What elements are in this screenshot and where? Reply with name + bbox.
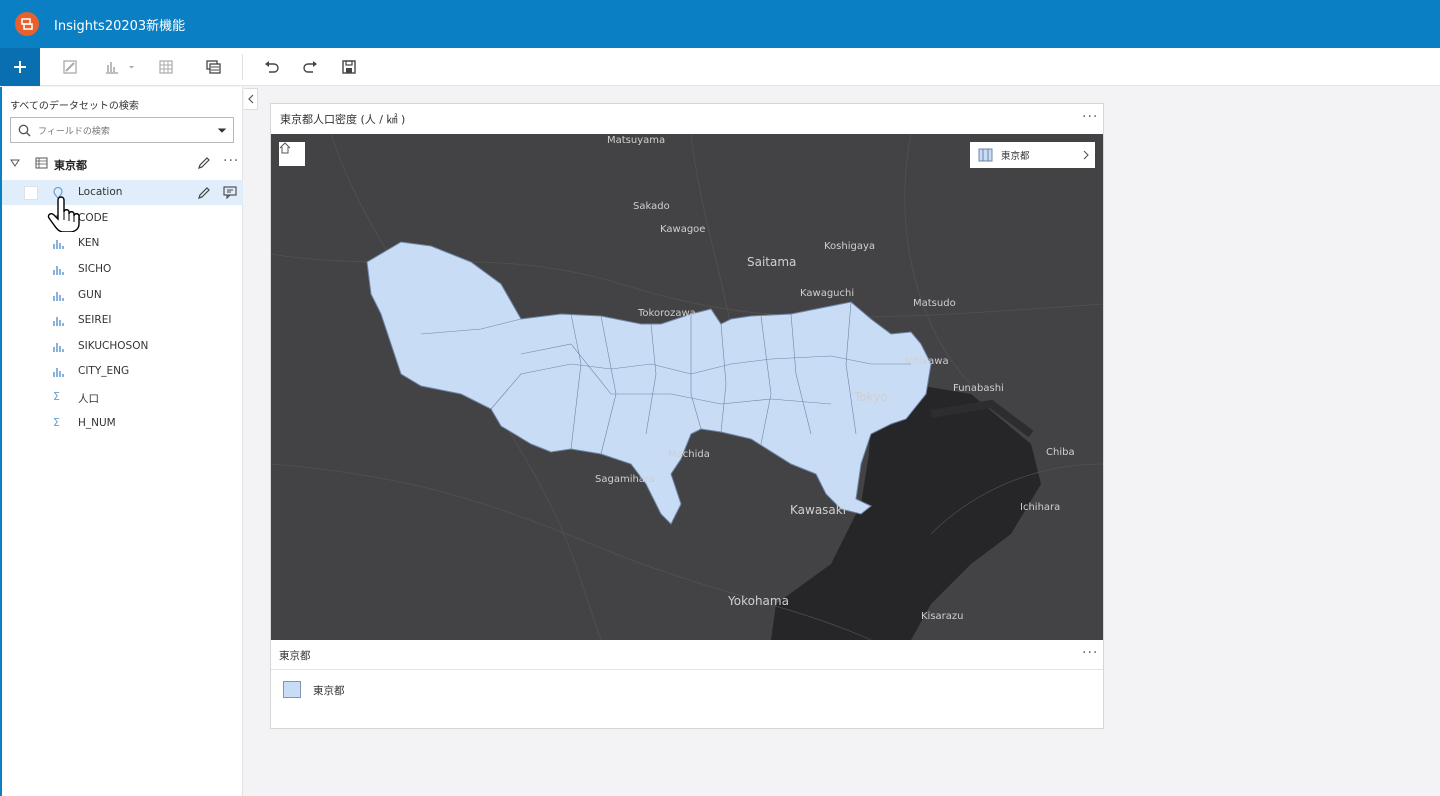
field-row-location[interactable]: Location bbox=[2, 180, 243, 205]
insights-logo-icon[interactable] bbox=[15, 12, 39, 36]
field-label: H_NUM bbox=[78, 417, 116, 429]
table-icon bbox=[159, 60, 173, 74]
dataset-name: 東京都 bbox=[54, 159, 87, 172]
field-checkbox[interactable] bbox=[24, 186, 38, 200]
string-field-icon bbox=[53, 266, 64, 275]
map-home-button[interactable] bbox=[279, 142, 305, 166]
layer-swatch-icon bbox=[978, 148, 993, 162]
app-header: Insights20203新機能 bbox=[0, 0, 1440, 48]
place-label: Chiba bbox=[1046, 447, 1075, 458]
place-label: Koshigaya bbox=[824, 241, 875, 252]
place-label: Sagamihara bbox=[595, 474, 655, 485]
place-label: Kawasaki bbox=[790, 503, 846, 517]
edit-icon[interactable] bbox=[197, 156, 211, 170]
chevron-left-icon bbox=[247, 94, 253, 104]
chart-button[interactable] bbox=[101, 58, 137, 76]
field-row-gun[interactable]: GUN bbox=[2, 283, 243, 308]
comment-icon[interactable] bbox=[223, 186, 237, 199]
undo-icon bbox=[264, 61, 279, 73]
field-row-city-eng[interactable]: CITY_ENG bbox=[2, 359, 243, 384]
place-label: Kawaguchi bbox=[800, 288, 854, 299]
place-label: Saitama bbox=[747, 255, 796, 269]
save-button[interactable] bbox=[340, 58, 358, 76]
place-label: Yokohama bbox=[727, 594, 789, 608]
field-row-sicho[interactable]: SICHO bbox=[2, 257, 243, 282]
field-row-population[interactable]: Σ 人口 bbox=[2, 385, 243, 410]
map-card[interactable]: 東京都人口密度 (人 / ㎢ ) ··· Matsuyama Sakado Ka… bbox=[270, 103, 1104, 729]
place-label: Sakado bbox=[633, 201, 670, 212]
map-card-button[interactable] bbox=[61, 58, 79, 76]
place-label: Kawagoe bbox=[660, 224, 705, 235]
field-label: SIKUCHOSON bbox=[78, 340, 149, 352]
field-row-ken[interactable]: KEN bbox=[2, 231, 243, 256]
field-search-placeholder: フィールドの検索 bbox=[38, 127, 110, 137]
app-title: Insights20203新機能 bbox=[54, 18, 186, 34]
string-field-icon bbox=[53, 343, 64, 352]
field-search-input[interactable]: フィールドの検索 bbox=[10, 117, 234, 143]
home-icon bbox=[279, 142, 291, 154]
place-label: Tokyo bbox=[853, 390, 888, 404]
chevron-down-icon[interactable] bbox=[218, 128, 226, 134]
field-row-h-num[interactable]: Σ H_NUM bbox=[2, 411, 243, 436]
field-label: 人口 bbox=[78, 393, 99, 405]
dataset-table-icon bbox=[35, 157, 48, 169]
field-row-seirei[interactable]: SEIREI bbox=[2, 308, 243, 333]
place-label: Matsudo bbox=[913, 298, 956, 309]
string-field-icon bbox=[53, 368, 64, 377]
dataset-more-icon[interactable]: ··· bbox=[223, 153, 239, 169]
layer-list-button[interactable]: 東京都 bbox=[970, 142, 1095, 168]
field-label: CITY_ENG bbox=[78, 365, 130, 377]
card-more-icon[interactable]: ··· bbox=[1082, 109, 1098, 125]
card-title: 東京都人口密度 (人 / ㎢ ) bbox=[280, 113, 406, 126]
place-label: Funabashi bbox=[953, 383, 1004, 394]
legend-swatch[interactable] bbox=[283, 681, 301, 698]
field-row-code[interactable]: CODE bbox=[2, 206, 243, 231]
string-field-icon bbox=[53, 240, 64, 249]
redo-button[interactable] bbox=[301, 58, 319, 76]
chart-icon bbox=[106, 62, 134, 74]
chevron-right-icon bbox=[1083, 150, 1089, 160]
place-label: Ichihara bbox=[1020, 502, 1060, 513]
data-panel: すべてのデータセットの検索 フィールドの検索 東京都 ··· Location … bbox=[0, 87, 243, 796]
legend-header: 東京都 ··· bbox=[271, 640, 1103, 670]
map-view[interactable]: Matsuyama Sakado Kawagoe Koshigaya Saita… bbox=[271, 134, 1103, 640]
number-field-icon: Σ bbox=[53, 390, 60, 403]
string-field-icon bbox=[53, 292, 64, 301]
add-button[interactable] bbox=[0, 48, 40, 86]
field-row-sikuchoson[interactable]: SIKUCHOSON bbox=[2, 334, 243, 359]
add-icon bbox=[14, 61, 26, 73]
place-label: Machida bbox=[668, 449, 710, 460]
toolbar bbox=[0, 48, 1440, 86]
hand-cursor-icon bbox=[47, 196, 80, 232]
layer-chip-label: 東京都 bbox=[1001, 151, 1030, 162]
table-button[interactable] bbox=[157, 58, 175, 76]
edit-icon[interactable] bbox=[197, 186, 211, 200]
legend-title: 東京都 bbox=[279, 650, 311, 662]
string-field-icon bbox=[53, 317, 64, 326]
toolbar-divider bbox=[242, 54, 243, 80]
basemap[interactable]: Matsuyama Sakado Kawagoe Koshigaya Saita… bbox=[271, 134, 1103, 640]
dataset-search-title: すべてのデータセットの検索 bbox=[10, 101, 139, 112]
card-icon bbox=[63, 60, 77, 74]
layers-button[interactable] bbox=[204, 58, 222, 76]
number-field-icon: Σ bbox=[53, 416, 60, 429]
dataset-row[interactable]: 東京都 ··· bbox=[2, 151, 243, 175]
field-label: SEIREI bbox=[78, 314, 112, 326]
field-label: GUN bbox=[78, 289, 102, 301]
save-icon bbox=[342, 60, 356, 74]
legend-label: 東京都 bbox=[313, 685, 345, 697]
place-label: Tokorozawa bbox=[637, 308, 696, 319]
field-label: KEN bbox=[78, 237, 100, 249]
place-label: Ichikawa bbox=[905, 356, 949, 367]
place-label: Kisarazu bbox=[921, 611, 964, 622]
collapse-triangle-icon[interactable] bbox=[10, 159, 20, 167]
field-label: SICHO bbox=[78, 263, 112, 275]
collapse-panel-button[interactable] bbox=[244, 88, 258, 110]
layers-icon bbox=[205, 60, 221, 74]
redo-icon bbox=[302, 61, 317, 73]
undo-button[interactable] bbox=[262, 58, 280, 76]
place-label: Matsuyama bbox=[607, 135, 665, 146]
search-icon bbox=[18, 124, 31, 137]
legend-more-icon[interactable]: ··· bbox=[1082, 645, 1098, 661]
